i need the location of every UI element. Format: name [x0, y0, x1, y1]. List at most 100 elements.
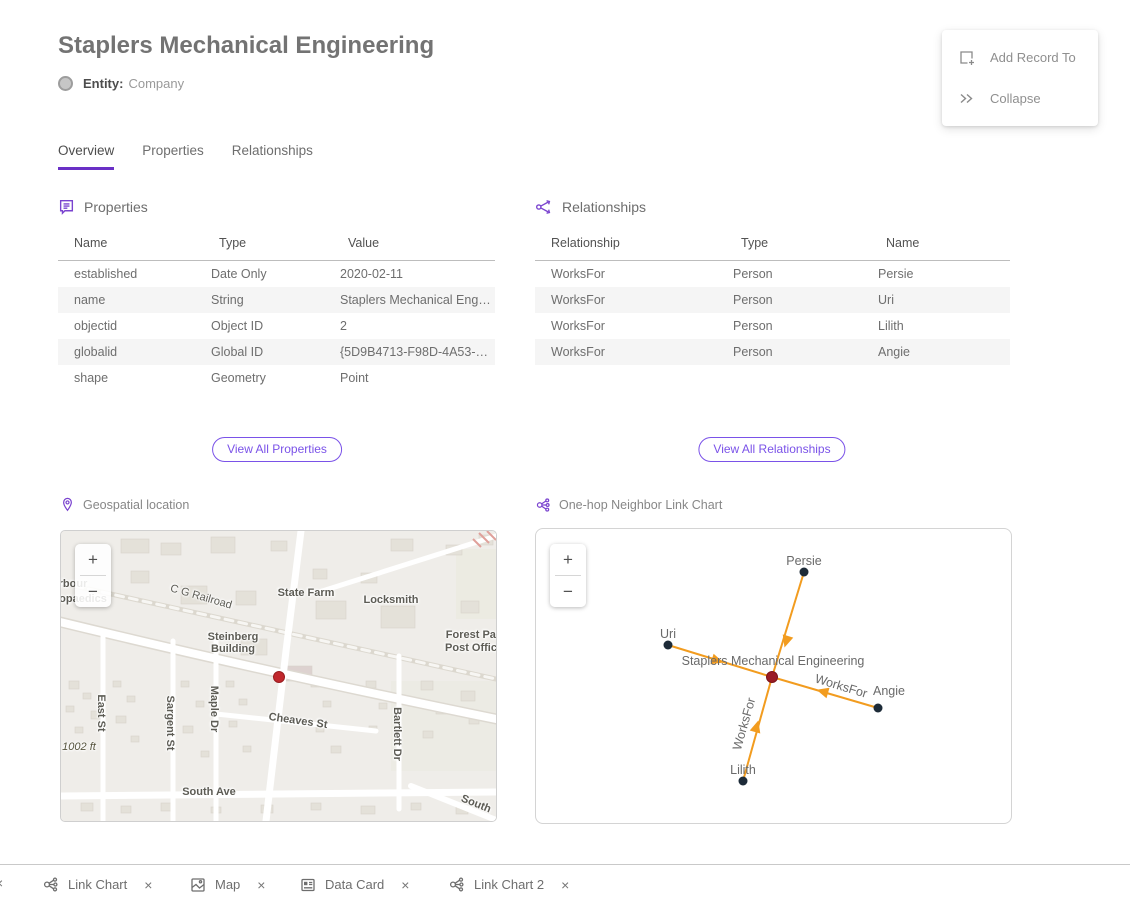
property-type: Global ID [203, 339, 332, 365]
bottom-tab-label: Link Chart 2 [474, 877, 544, 892]
node-label-center: Staplers Mechanical Engineering [682, 654, 865, 668]
tab-relationships[interactable]: Relationships [232, 143, 313, 170]
relationship-link[interactable]: WorksFor [535, 287, 725, 313]
node-label-uri: Uri [660, 627, 676, 641]
map-zoom-in-button[interactable]: + [75, 544, 111, 575]
node-label-angie: Angie [873, 684, 905, 698]
relationship-link[interactable]: WorksFor [535, 339, 725, 365]
node-label-persie: Persie [786, 554, 821, 568]
map-label: Bartlett Dr [391, 707, 403, 761]
map-canvas [61, 531, 496, 821]
graph-node-angie[interactable] [874, 704, 883, 713]
property-value: Point [332, 365, 495, 391]
properties-table-header: Name Type Value [58, 230, 495, 261]
close-tab-icon[interactable]: × [144, 877, 152, 893]
link-chart-view[interactable]: WorksFor WorksFor Persie Uri Angie Lilit… [535, 528, 1012, 824]
property-name: objectid [58, 313, 203, 339]
map-label: Maple Dr [208, 686, 220, 732]
table-row: WorksFor Person Uri [535, 287, 1010, 313]
entity-type-value: Company [128, 76, 184, 91]
map-view[interactable]: rbour opaedics C G Railroad State Farm L… [60, 530, 497, 822]
related-entity-link[interactable]: Persie [870, 261, 1010, 288]
map-label: Sargent St [164, 695, 176, 750]
bottom-tab-label: Data Card [325, 877, 384, 892]
properties-section-title: Properties [84, 199, 148, 215]
relationship-type: Person [725, 339, 870, 365]
menu-item-collapse[interactable]: Collapse [942, 78, 1098, 119]
property-value: {5D9B4713-F98D-4A53-… [332, 339, 495, 365]
map-label: Building [211, 643, 255, 655]
relationships-table-header: Relationship Type Name [535, 230, 1010, 261]
graph-node-lilith[interactable] [739, 777, 748, 786]
table-row: shape Geometry Point [58, 365, 495, 391]
map-label: Locksmith [363, 594, 418, 606]
relationship-link[interactable]: WorksFor [535, 261, 725, 288]
property-name: globalid [58, 339, 203, 365]
properties-icon [58, 198, 75, 215]
table-row: name String Staplers Mechanical Eng… [58, 287, 495, 313]
related-entity-link[interactable]: Lilith [870, 313, 1010, 339]
link-chart-section-header: One-hop Neighbor Link Chart [535, 497, 722, 513]
menu-item-label: Add Record To [990, 50, 1076, 65]
related-entity-link[interactable]: Uri [870, 287, 1010, 313]
geospatial-section-title: Geospatial location [83, 498, 189, 512]
property-name: name [58, 287, 203, 313]
graph-node-uri[interactable] [664, 641, 673, 650]
tab-overview[interactable]: Overview [58, 143, 114, 170]
property-value: 2 [332, 313, 495, 339]
column-header: Type [203, 230, 332, 261]
map-label: Forest Par [446, 629, 497, 641]
card-tabs: Overview Properties Relationships [58, 143, 313, 170]
table-row: globalid Global ID {5D9B4713-F98D-4A53-… [58, 339, 495, 365]
bottom-tab-map[interactable]: Map × [190, 865, 265, 903]
property-type: Object ID [203, 313, 332, 339]
map-label: East St [95, 694, 107, 731]
map-icon [190, 877, 206, 893]
properties-table: Name Type Value established Date Only 20… [58, 230, 495, 391]
view-all-properties-button[interactable]: View All Properties [212, 437, 342, 462]
properties-section-header: Properties [58, 198, 148, 215]
add-record-icon [958, 49, 975, 66]
context-menu: Add Record To Collapse [942, 30, 1098, 126]
property-type: String [203, 287, 332, 313]
property-value: Staplers Mechanical Eng… [332, 287, 495, 313]
bottom-tab-link-chart-2[interactable]: Link Chart 2 × [448, 865, 569, 903]
relationship-link[interactable]: WorksFor [535, 313, 725, 339]
view-all-relationships-button[interactable]: View All Relationships [698, 437, 845, 462]
close-tab-icon[interactable]: × [257, 877, 265, 893]
menu-item-label: Collapse [990, 91, 1041, 106]
map-marker[interactable] [274, 672, 285, 683]
bottom-tab-data-card[interactable]: Data Card × [300, 865, 409, 903]
entity-label: Entity: [83, 76, 123, 91]
link-chart-canvas: WorksFor WorksFor Persie Uri Angie Lilit… [536, 529, 1011, 823]
table-row: WorksFor Person Persie [535, 261, 1010, 288]
map-label: Steinberg [208, 631, 259, 643]
property-value: 2020-02-11 [332, 261, 495, 288]
graph-node-persie[interactable] [800, 568, 809, 577]
relationships-table: Relationship Type Name WorksFor Person P… [535, 230, 1010, 365]
related-entity-link[interactable]: Angie [870, 339, 1010, 365]
table-row: WorksFor Person Lilith [535, 313, 1010, 339]
entity-row: Entity: Company [58, 76, 184, 91]
graph-node-center[interactable] [767, 672, 778, 683]
map-zoom-out-button[interactable]: − [75, 576, 111, 607]
close-tab-icon[interactable]: × [561, 877, 569, 893]
property-type: Date Only [203, 261, 332, 288]
link-chart-icon [42, 876, 59, 893]
property-name: shape [58, 365, 203, 391]
link-chart-zoom-in-button[interactable]: + [550, 544, 586, 575]
partial-tab-close-icon[interactable]: × [0, 875, 3, 891]
bottom-tab-link-chart[interactable]: Link Chart × [42, 865, 152, 903]
property-type: Geometry [203, 365, 332, 391]
column-header: Name [58, 230, 203, 261]
link-chart-zoom-out-button[interactable]: − [550, 576, 586, 607]
map-label: State Farm [278, 587, 335, 599]
bottom-tab-label: Map [215, 877, 240, 892]
tab-properties[interactable]: Properties [142, 143, 204, 170]
close-tab-icon[interactable]: × [401, 877, 409, 893]
property-name: established [58, 261, 203, 288]
link-chart-icon [448, 876, 465, 893]
menu-item-add-record-to[interactable]: Add Record To [942, 37, 1098, 78]
link-chart-zoom-control: + − [550, 544, 586, 607]
table-row: established Date Only 2020-02-11 [58, 261, 495, 288]
